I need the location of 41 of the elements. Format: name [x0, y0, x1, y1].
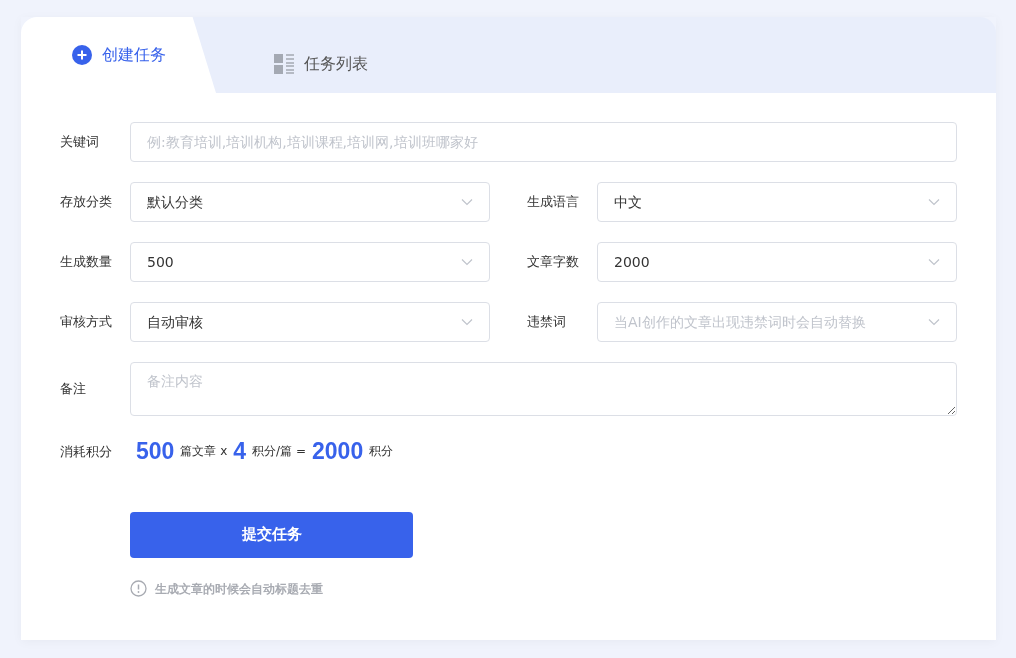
- chevron-down-icon: [461, 318, 473, 326]
- field-label: 关键词: [60, 133, 100, 152]
- info-icon: [130, 580, 147, 597]
- select-field[interactable]: 500: [130, 242, 490, 282]
- cost-number: 4: [233, 437, 247, 466]
- field-label: 审核方式: [60, 313, 113, 332]
- cost-number: 2000: [312, 437, 364, 466]
- cost-text: 积分/篇 =: [252, 443, 306, 461]
- field-label: 生成数量: [60, 253, 113, 272]
- field-label: 生成语言: [527, 193, 580, 212]
- select-value: 2000: [614, 252, 650, 272]
- field-label: 违禁词: [527, 313, 567, 332]
- submit-button[interactable]: 提交任务: [130, 511, 413, 558]
- cost-text: 积分: [369, 443, 394, 461]
- tab[interactable]: 任务列表: [216, 26, 426, 102]
- select-field[interactable]: 2000: [597, 242, 957, 282]
- cost-number: 500: [136, 437, 175, 466]
- select-value: 默认分类: [147, 192, 203, 212]
- cost-text: 篇文章 x: [180, 443, 228, 461]
- select-value: 500: [147, 252, 174, 272]
- list-icon: [274, 54, 294, 74]
- remark-textarea[interactable]: 备注内容: [130, 362, 957, 416]
- tab[interactable]: 创建任务: [21, 17, 216, 93]
- field-label: 消耗积分: [60, 442, 113, 461]
- select-value: 中文: [614, 192, 642, 212]
- select-value: 自动审核: [147, 312, 203, 332]
- chevron-down-icon: [928, 198, 940, 206]
- field-label: 文章字数: [527, 253, 580, 272]
- select-field[interactable]: 中文: [597, 182, 957, 222]
- select-placeholder: 当AI创作的文章出现违禁词时会自动替换: [614, 312, 866, 332]
- chevron-down-icon: [461, 258, 473, 266]
- tip-text: 生成文章的时候会自动标题去重: [155, 580, 323, 598]
- field-label: 存放分类: [60, 193, 113, 212]
- select-field[interactable]: 默认分类: [130, 182, 490, 222]
- chevron-down-icon: [928, 318, 940, 326]
- plus-circle-icon: [71, 45, 92, 65]
- field-label: 备注: [60, 380, 87, 399]
- keyword-input[interactable]: 例:教育培训,培训机构,培训课程,培训网,培训班哪家好: [130, 122, 957, 162]
- select-field[interactable]: 自动审核: [130, 302, 490, 342]
- chevron-down-icon: [461, 198, 473, 206]
- chevron-down-icon: [928, 258, 940, 266]
